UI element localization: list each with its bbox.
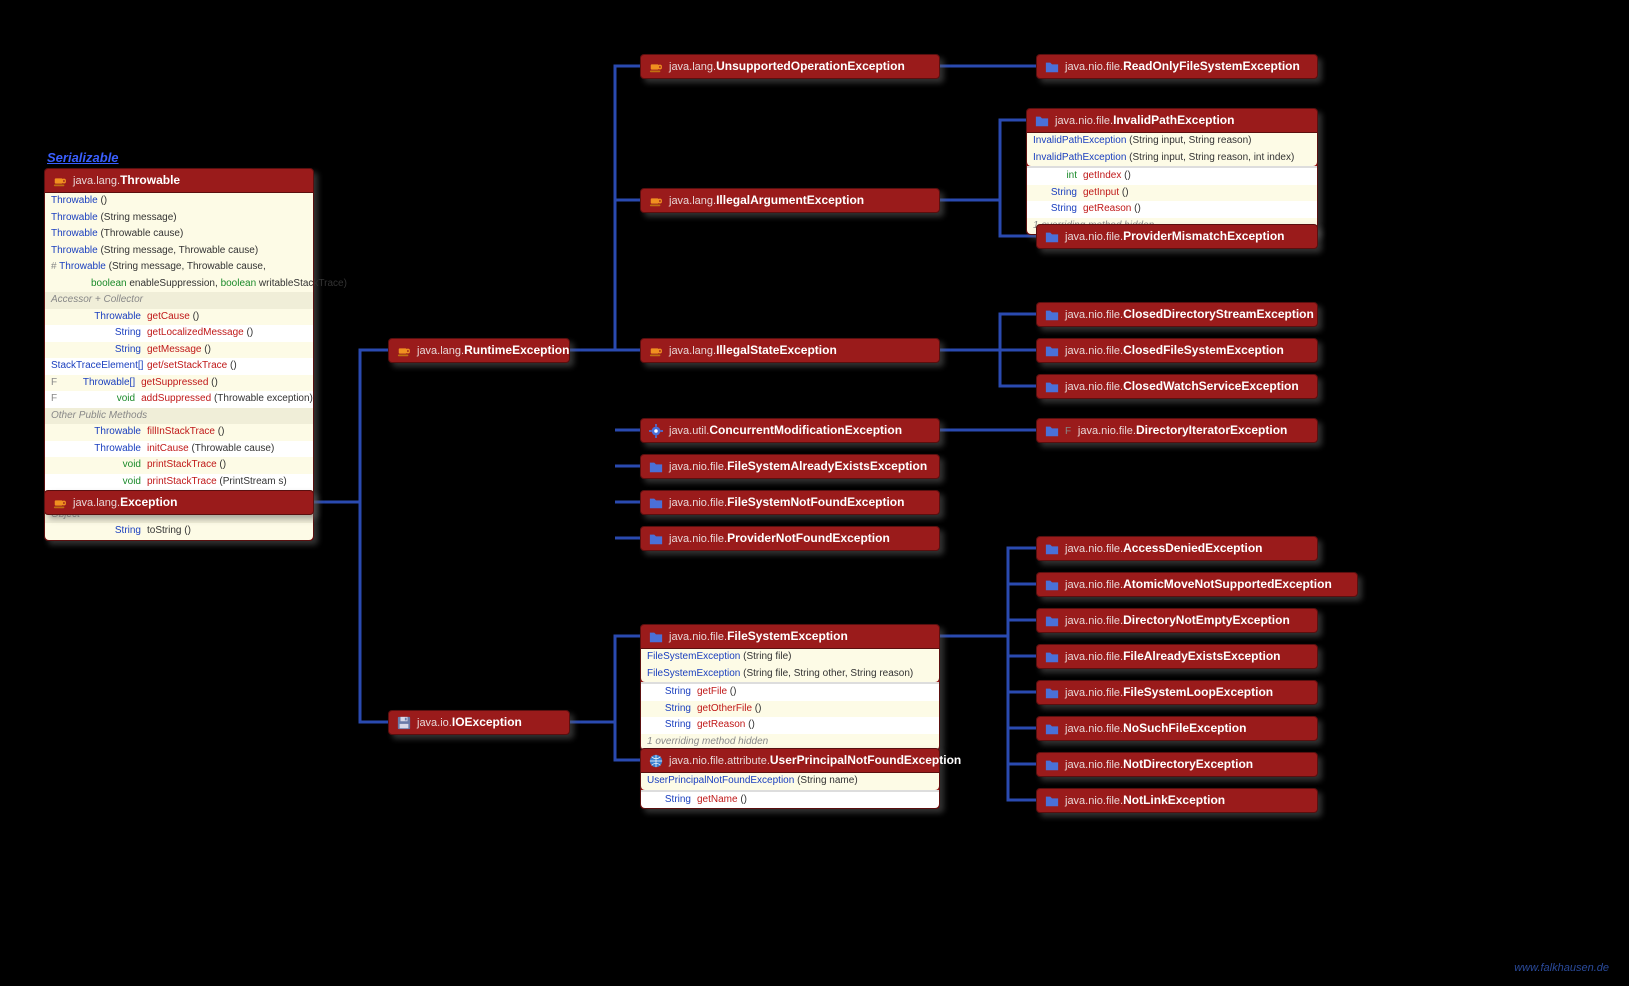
node-closedfs: java.nio.file.ClosedFileSystemException	[1036, 338, 1318, 363]
node-fsloop: java.nio.file.FileSystemLoopException	[1036, 680, 1318, 705]
node-closeddir: java.nio.file.ClosedDirectoryStreamExcep…	[1036, 302, 1318, 327]
folder-icon	[1045, 344, 1059, 358]
node-fsalready: java.nio.file.FileSystemAlreadyExistsExc…	[640, 454, 940, 479]
folder-icon	[1045, 758, 1059, 772]
node-provnotfound: java.nio.file.ProviderNotFoundException	[640, 526, 940, 551]
globe-icon	[649, 754, 663, 768]
folder-icon	[649, 460, 663, 474]
cup-icon	[53, 174, 67, 188]
node-illegalstate: java.lang.IllegalStateException	[640, 338, 940, 363]
serializable-label: Serializable	[47, 150, 119, 165]
node-exception: java.lang.Exception	[44, 490, 314, 515]
folder-icon	[1045, 578, 1059, 592]
node-provmismatch: java.nio.file.ProviderMismatchException	[1036, 224, 1318, 249]
node-runtime: java.lang.RuntimeException	[388, 338, 570, 363]
folder-icon	[649, 630, 663, 644]
cup-icon	[649, 344, 663, 358]
folder-icon	[1045, 230, 1059, 244]
folder-icon	[1045, 794, 1059, 808]
node-concurrent: java.util.ConcurrentModificationExceptio…	[640, 418, 940, 443]
node-throwable: java.lang.Throwable Throwable () Throwab…	[44, 168, 314, 541]
folder-icon	[1045, 614, 1059, 628]
node-accessdenied: java.nio.file.AccessDeniedException	[1036, 536, 1318, 561]
node-dirnotempty: java.nio.file.DirectoryNotEmptyException	[1036, 608, 1318, 633]
folder-icon	[1045, 722, 1059, 736]
cup-icon	[649, 60, 663, 74]
folder-icon	[1035, 114, 1049, 128]
folder-icon	[1045, 542, 1059, 556]
watermark: www.falkhausen.de	[1514, 962, 1609, 974]
folder-icon	[1045, 380, 1059, 394]
node-notlink: java.nio.file.NotLinkException	[1036, 788, 1318, 813]
node-fsexception: java.nio.file.FileSystemException FileSy…	[640, 624, 940, 751]
cup-icon	[649, 194, 663, 208]
cup-icon	[397, 344, 411, 358]
node-userprincipal: java.nio.file.attribute.UserPrincipalNot…	[640, 748, 940, 809]
node-closedwatch: java.nio.file.ClosedWatchServiceExceptio…	[1036, 374, 1318, 399]
folder-icon	[1045, 686, 1059, 700]
folder-icon	[649, 496, 663, 510]
folder-icon	[649, 532, 663, 546]
node-atomicmove: java.nio.file.AtomicMoveNotSupportedExce…	[1036, 572, 1358, 597]
folder-icon	[1045, 424, 1059, 438]
node-io: java.io.IOException	[388, 710, 570, 735]
node-readonly: java.nio.file.ReadOnlyFileSystemExceptio…	[1036, 54, 1318, 79]
node-nosuch: java.nio.file.NoSuchFileException	[1036, 716, 1318, 741]
node-fsnotfound: java.nio.file.FileSystemNotFoundExceptio…	[640, 490, 940, 515]
node-filealready: java.nio.file.FileAlreadyExistsException	[1036, 644, 1318, 669]
node-diriter: F java.nio.file.DirectoryIteratorExcepti…	[1036, 418, 1318, 443]
folder-icon	[1045, 308, 1059, 322]
folder-icon	[1045, 60, 1059, 74]
gear-icon	[649, 424, 663, 438]
folder-icon	[1045, 650, 1059, 664]
cup-icon	[53, 496, 67, 510]
disk-icon	[397, 716, 411, 730]
node-unsupported: java.lang.UnsupportedOperationException	[640, 54, 940, 79]
node-notdir: java.nio.file.NotDirectoryException	[1036, 752, 1318, 777]
node-invalidpath: java.nio.file.InvalidPathException Inval…	[1026, 108, 1318, 235]
header-throwable: java.lang.Throwable	[45, 169, 313, 192]
node-illegalarg: java.lang.IllegalArgumentException	[640, 188, 940, 213]
